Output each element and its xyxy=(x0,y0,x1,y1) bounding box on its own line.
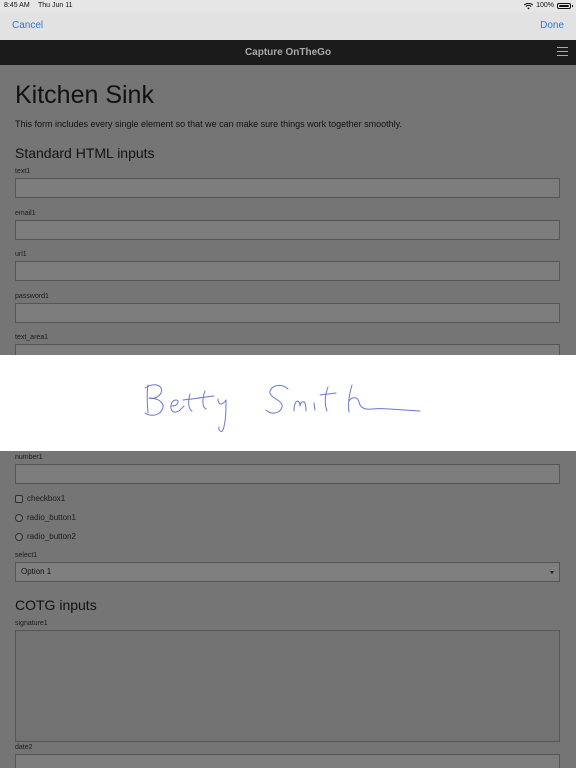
status-time: 8:45 AM xyxy=(4,2,30,9)
select1-value: Option 1 xyxy=(21,567,52,576)
number1-input[interactable] xyxy=(15,464,560,484)
radio-button1-row[interactable]: radio_button1 xyxy=(15,513,76,522)
text1-label: text1 xyxy=(15,168,31,175)
password1-label: password1 xyxy=(15,293,49,300)
standard-inputs-heading: Standard HTML inputs xyxy=(15,145,155,161)
radio-button1-label: radio_button1 xyxy=(27,513,76,522)
email1-label: email1 xyxy=(15,210,36,217)
radio-button1[interactable] xyxy=(15,513,23,522)
url1-input[interactable] xyxy=(15,261,560,281)
signature1-label: signature1 xyxy=(15,620,48,627)
modal-nav-bar: Cancel Done xyxy=(0,12,576,40)
page-title: Kitchen Sink xyxy=(15,81,154,109)
radio-button2-label: radio_button2 xyxy=(27,532,76,541)
wifi-icon xyxy=(524,2,534,9)
page-intro: This form includes every single element … xyxy=(15,119,403,129)
email1-input[interactable] xyxy=(15,220,560,240)
status-bar: 8:45 AM Thu Jun 11 100% xyxy=(0,0,576,12)
checkbox1-label: checkbox1 xyxy=(27,494,66,503)
battery-percent: 100% xyxy=(536,2,554,9)
app-title: Capture OnTheGo xyxy=(244,47,332,58)
status-indicators: 100% xyxy=(524,0,573,12)
text-area1-label: text_area1 xyxy=(15,334,49,341)
signature1-field[interactable] xyxy=(15,630,560,742)
done-button[interactable]: Done xyxy=(540,20,564,31)
hamburger-menu-icon[interactable] xyxy=(557,47,568,58)
app-header: Capture OnTheGo xyxy=(0,40,576,65)
signature-pad[interactable] xyxy=(0,355,576,451)
battery-icon xyxy=(557,3,573,9)
number1-label: number1 xyxy=(15,454,43,461)
password1-input[interactable] xyxy=(15,303,560,323)
checkbox1-row[interactable]: checkbox1 xyxy=(15,494,65,503)
select1-label: select1 xyxy=(15,552,38,559)
status-date: Thu Jun 11 xyxy=(38,2,73,9)
text1-input[interactable] xyxy=(15,178,560,198)
date2-input[interactable] xyxy=(15,754,560,768)
chevron-down-icon xyxy=(550,571,554,574)
select1-dropdown[interactable]: Option 1 xyxy=(15,562,560,582)
checkbox1[interactable] xyxy=(15,494,23,503)
radio-button2[interactable] xyxy=(15,532,23,541)
signature-drawing xyxy=(144,384,421,432)
radio-button2-row[interactable]: radio_button2 xyxy=(15,532,76,541)
cancel-button[interactable]: Cancel xyxy=(12,20,43,31)
cotg-inputs-heading: COTG inputs xyxy=(15,597,97,613)
date2-label: date2 xyxy=(15,744,33,751)
url1-label: url1 xyxy=(15,251,27,258)
